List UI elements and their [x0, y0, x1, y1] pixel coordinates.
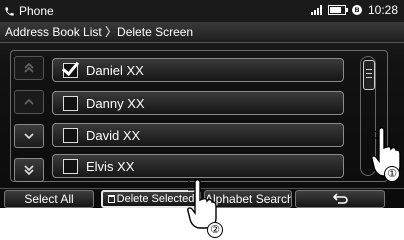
checkbox-checked[interactable] — [63, 62, 78, 78]
up-icon — [24, 98, 34, 105]
callout-1: ① — [384, 166, 400, 182]
page-up-icon — [24, 62, 34, 73]
scroll-down-button[interactable] — [14, 124, 44, 148]
app-title: Phone — [19, 4, 54, 18]
battery-icon — [327, 5, 348, 15]
status-bar: Phone ʙ 10:28 — [0, 0, 404, 22]
page-down-icon — [24, 165, 34, 176]
page-up-button[interactable] — [14, 56, 44, 80]
contact-name: Daniel XX — [86, 62, 144, 78]
contact-name: David XX — [86, 127, 141, 143]
back-button[interactable] — [295, 190, 385, 208]
select-all-label: Select All — [24, 192, 74, 206]
contact-row[interactable]: Elvis XX — [52, 154, 344, 178]
scroll-up-button[interactable] — [14, 90, 44, 114]
breadcrumb-text: Address Book List 〉Delete Screen — [5, 25, 194, 39]
delete-selected-label: Delete Selected — [116, 193, 195, 205]
checkbox[interactable] — [63, 95, 78, 111]
phone-icon — [5, 6, 14, 16]
trash-icon — [107, 195, 115, 203]
contact-row[interactable]: David XX — [52, 123, 344, 147]
down-icon — [24, 133, 34, 140]
clock: 10:28 — [367, 3, 398, 17]
callout-2: ② — [207, 222, 223, 238]
page-down-button[interactable] — [14, 158, 44, 182]
contact-name: Elvis XX — [86, 158, 135, 174]
list-navigation — [14, 56, 44, 192]
bluetooth-icon: ʙ — [351, 5, 362, 15]
select-all-button[interactable]: Select All — [4, 190, 94, 208]
checkbox[interactable] — [63, 127, 78, 143]
contact-row[interactable]: Danny XX — [52, 91, 344, 115]
contact-name: Danny XX — [86, 95, 145, 111]
breadcrumb: Address Book List 〉Delete Screen — [0, 22, 404, 43]
app-indicator: Phone — [4, 4, 54, 18]
checkbox[interactable] — [63, 158, 78, 174]
signal-icon — [310, 5, 322, 15]
contact-row[interactable]: Daniel XX — [52, 58, 344, 82]
delete-screen: Phone ʙ 10:28 Address Book List 〉Delete … — [0, 0, 404, 208]
scrollbar-thumb[interactable] — [363, 60, 375, 90]
return-icon — [332, 193, 348, 204]
